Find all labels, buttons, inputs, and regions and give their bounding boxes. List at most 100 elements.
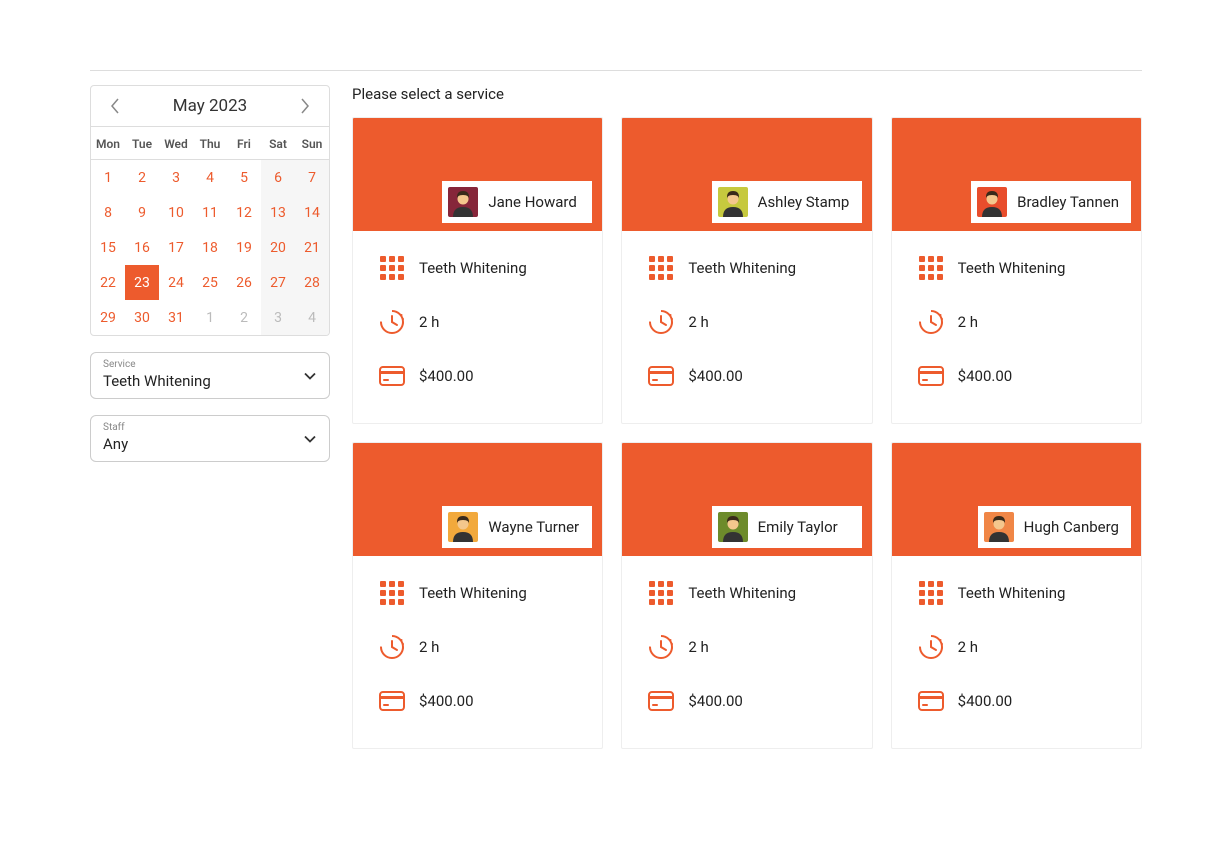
calendar-next-button[interactable] <box>293 94 317 118</box>
calendar-day[interactable]: 4 <box>193 160 227 195</box>
service-select[interactable]: Service Teeth Whitening <box>90 352 330 399</box>
chevron-left-icon <box>110 98 120 114</box>
calendar-day[interactable]: 20 <box>261 230 295 265</box>
service-price: $400.00 <box>688 692 743 710</box>
staff-select-value: Any <box>103 435 317 453</box>
calendar-day[interactable]: 27 <box>261 265 295 300</box>
calendar-day[interactable]: 22 <box>91 265 125 300</box>
calendar-day[interactable]: 30 <box>125 300 159 335</box>
calendar-day[interactable]: 14 <box>295 195 329 230</box>
service-price: $400.00 <box>688 367 743 385</box>
calendar-day[interactable]: 23 <box>125 265 159 300</box>
staff-badge: Hugh Canberg <box>978 506 1131 548</box>
calendar-weekday: Tue <box>125 127 159 160</box>
staff-name: Emily Taylor <box>758 518 838 536</box>
service-card[interactable]: Hugh Canberg Teeth Whitening 2 h <box>891 442 1142 749</box>
avatar-icon <box>448 187 478 217</box>
calendar-day[interactable]: 9 <box>125 195 159 230</box>
service-duration: 2 h <box>958 638 978 656</box>
service-duration: 2 h <box>688 313 708 331</box>
service-card[interactable]: Emily Taylor Teeth Whitening 2 h <box>621 442 872 749</box>
calendar-day[interactable]: 2 <box>227 300 261 335</box>
calendar-day[interactable]: 12 <box>227 195 261 230</box>
payment-card-icon <box>918 688 944 714</box>
service-duration: 2 h <box>688 638 708 656</box>
staff-name: Jane Howard <box>488 193 576 211</box>
calendar-day[interactable]: 16 <box>125 230 159 265</box>
service-card[interactable]: Ashley Stamp Teeth Whitening 2 h <box>621 117 872 424</box>
card-body: Teeth Whitening 2 h $400.00 <box>353 556 602 748</box>
calendar-day[interactable]: 7 <box>295 160 329 195</box>
calendar-prev-button[interactable] <box>103 94 127 118</box>
calendar: May 2023 MonTueWedThuFriSatSun 123456789… <box>90 85 330 336</box>
calendar-day[interactable]: 1 <box>193 300 227 335</box>
calendar-day[interactable]: 8 <box>91 195 125 230</box>
card-header: Emily Taylor <box>622 443 871 556</box>
service-price: $400.00 <box>419 367 474 385</box>
calendar-day[interactable]: 6 <box>261 160 295 195</box>
staff-select-label: Staff <box>103 422 317 433</box>
calendar-day[interactable]: 19 <box>227 230 261 265</box>
service-card[interactable]: Wayne Turner Teeth Whitening 2 h <box>352 442 603 749</box>
service-name: Teeth Whitening <box>419 259 527 277</box>
staff-name: Wayne Turner <box>488 518 579 536</box>
payment-card-icon <box>648 688 674 714</box>
card-header: Ashley Stamp <box>622 118 871 231</box>
calendar-day[interactable]: 25 <box>193 265 227 300</box>
calendar-day[interactable]: 13 <box>261 195 295 230</box>
sidebar: May 2023 MonTueWedThuFriSatSun 123456789… <box>90 85 330 749</box>
chevron-down-icon <box>303 429 317 448</box>
calendar-day[interactable]: 3 <box>261 300 295 335</box>
calendar-day[interactable]: 1 <box>91 160 125 195</box>
avatar-icon <box>718 512 748 542</box>
service-duration: 2 h <box>958 313 978 331</box>
clock-icon <box>648 309 674 335</box>
header-divider <box>90 70 1142 71</box>
card-body: Teeth Whitening 2 h $400.00 <box>892 556 1141 748</box>
calendar-day[interactable]: 26 <box>227 265 261 300</box>
calendar-day[interactable]: 31 <box>159 300 193 335</box>
service-card[interactable]: Jane Howard Teeth Whitening 2 h <box>352 117 603 424</box>
calendar-day[interactable]: 11 <box>193 195 227 230</box>
chevron-down-icon <box>303 366 317 385</box>
staff-badge: Wayne Turner <box>442 506 592 548</box>
calendar-day[interactable]: 24 <box>159 265 193 300</box>
calendar-day[interactable]: 10 <box>159 195 193 230</box>
avatar-icon <box>977 187 1007 217</box>
service-card[interactable]: Bradley Tannen Teeth Whitening 2 h <box>891 117 1142 424</box>
calendar-day[interactable]: 4 <box>295 300 329 335</box>
card-body: Teeth Whitening 2 h $400.00 <box>892 231 1141 423</box>
calendar-day[interactable]: 3 <box>159 160 193 195</box>
chevron-right-icon <box>300 98 310 114</box>
service-price: $400.00 <box>958 692 1013 710</box>
services-grid-icon <box>918 255 944 281</box>
service-name: Teeth Whitening <box>688 259 796 277</box>
clock-icon <box>379 309 405 335</box>
calendar-weekday: Mon <box>91 127 125 160</box>
calendar-day[interactable]: 5 <box>227 160 261 195</box>
main-content: Please select a service Jane Howard Teet… <box>352 85 1142 749</box>
calendar-weekday: Sun <box>295 127 329 160</box>
card-body: Teeth Whitening 2 h $400.00 <box>622 231 871 423</box>
calendar-day[interactable]: 28 <box>295 265 329 300</box>
calendar-day[interactable]: 15 <box>91 230 125 265</box>
staff-badge: Emily Taylor <box>712 506 862 548</box>
services-grid-icon <box>648 255 674 281</box>
calendar-weekday: Sat <box>261 127 295 160</box>
service-duration: 2 h <box>419 313 439 331</box>
clock-icon <box>379 634 405 660</box>
service-price: $400.00 <box>419 692 474 710</box>
staff-select[interactable]: Staff Any <box>90 415 330 462</box>
calendar-weekday: Fri <box>227 127 261 160</box>
calendar-day[interactable]: 29 <box>91 300 125 335</box>
service-select-label: Service <box>103 359 317 370</box>
calendar-day[interactable]: 17 <box>159 230 193 265</box>
calendar-day[interactable]: 18 <box>193 230 227 265</box>
calendar-day[interactable]: 2 <box>125 160 159 195</box>
avatar-icon <box>984 512 1014 542</box>
page-title: Please select a service <box>352 85 1142 103</box>
card-body: Teeth Whitening 2 h $400.00 <box>622 556 871 748</box>
calendar-day[interactable]: 21 <box>295 230 329 265</box>
service-price: $400.00 <box>958 367 1013 385</box>
service-select-value: Teeth Whitening <box>103 372 317 390</box>
